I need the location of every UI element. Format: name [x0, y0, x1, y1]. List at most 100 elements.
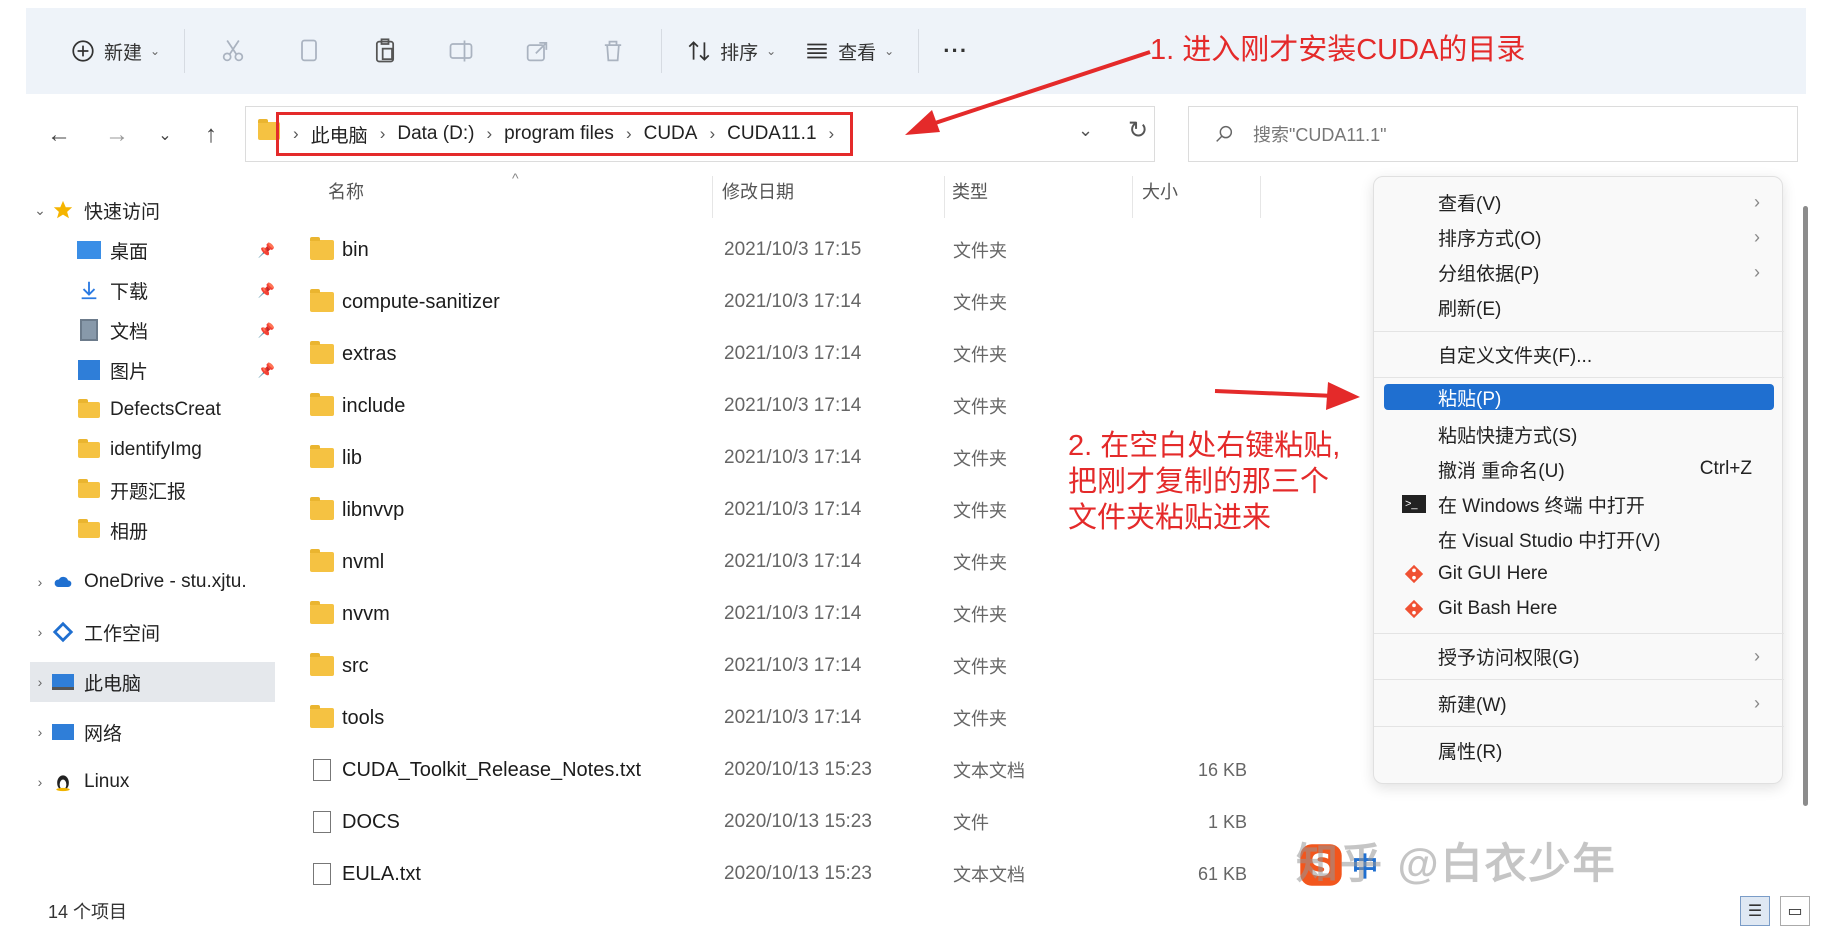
- menu-item-refresh[interactable]: 刷新(E): [1386, 290, 1772, 324]
- menu-item-label: 在 Windows 终端 中打开: [1438, 495, 1645, 517]
- search-input[interactable]: 搜索"CUDA11.1": [1188, 106, 1798, 162]
- pin-icon[interactable]: 📌: [258, 282, 275, 299]
- pin-icon[interactable]: 📌: [258, 242, 275, 259]
- arrow-left-icon: ←: [47, 121, 71, 148]
- sidebar-item-label: 工作空间: [84, 623, 161, 645]
- file-type: 文件夹: [953, 605, 1007, 625]
- breadcrumb-cuda111[interactable]: CUDA11.1: [727, 123, 816, 145]
- chevron-right-icon: ›: [625, 124, 632, 143]
- breadcrumb-program-files[interactable]: program files: [504, 123, 614, 145]
- table-row[interactable]: include 2021/10/3 17:14 文件夹: [310, 380, 1270, 432]
- file-type: 文件夹: [953, 241, 1007, 261]
- menu-item-paste[interactable]: 粘贴(P): [1384, 384, 1774, 410]
- menu-item-git-gui[interactable]: Git GUI Here: [1386, 557, 1772, 591]
- sidebar-item-network[interactable]: › 网络: [30, 712, 275, 752]
- menu-divider: [1374, 377, 1784, 378]
- vertical-scrollbar[interactable]: [1803, 206, 1808, 806]
- menu-item-open-terminal[interactable]: >_ 在 Windows 终端 中打开: [1386, 487, 1772, 521]
- column-divider[interactable]: [944, 176, 945, 218]
- status-item-count: 14 个项目: [48, 902, 128, 922]
- folder-icon: [310, 549, 334, 572]
- menu-item-label: 授予访问权限(G): [1438, 647, 1580, 669]
- table-row[interactable]: bin 2021/10/3 17:15 文件夹: [310, 224, 1270, 276]
- rename-button[interactable]: [423, 29, 499, 73]
- menu-item-view[interactable]: 查看(V) ›: [1386, 185, 1772, 219]
- paste-button[interactable]: [347, 29, 423, 73]
- share-button[interactable]: [499, 29, 575, 73]
- file-modified: 2020/10/13 15:23: [724, 863, 872, 884]
- sidebar-item-downloads[interactable]: 下载 📌: [30, 270, 275, 310]
- column-divider[interactable]: [1260, 176, 1261, 218]
- recent-locations-button[interactable]: ⌄: [142, 112, 188, 158]
- sidebar-item-quick-access[interactable]: ⌄ 快速访问: [30, 190, 275, 230]
- table-row[interactable]: EULA.txt 2020/10/13 15:23 文本文档 61 KB: [310, 848, 1270, 900]
- sidebar-item-kaiti[interactable]: 开题汇报: [30, 470, 275, 510]
- sidebar-item-desktop[interactable]: 桌面 📌: [30, 230, 275, 270]
- menu-item-undo-rename[interactable]: 撤消 重命名(U) Ctrl+Z: [1386, 452, 1772, 486]
- cut-button[interactable]: [195, 29, 271, 73]
- sidebar-item-linux[interactable]: › Linux: [30, 762, 275, 802]
- column-divider[interactable]: [712, 176, 713, 218]
- table-row[interactable]: tools 2021/10/3 17:14 文件夹: [310, 692, 1270, 744]
- sort-button[interactable]: 排序 ⌄: [672, 29, 790, 73]
- file-type: 文件夹: [953, 449, 1007, 469]
- new-button[interactable]: 新建 ⌄: [56, 29, 174, 73]
- delete-button[interactable]: [575, 29, 651, 73]
- table-row[interactable]: DOCS 2020/10/13 15:23 文件 1 KB: [310, 796, 1270, 848]
- up-button[interactable]: ↑: [188, 112, 234, 158]
- table-row[interactable]: nvvm 2021/10/3 17:14 文件夹: [310, 588, 1270, 640]
- text-file-icon: [313, 863, 331, 885]
- menu-item-properties[interactable]: 属性(R): [1386, 733, 1772, 767]
- table-row[interactable]: compute-sanitizer 2021/10/3 17:14 文件夹: [310, 276, 1270, 328]
- list-view-icon: [807, 43, 827, 59]
- menu-item-group-by[interactable]: 分组依据(P) ›: [1386, 255, 1772, 289]
- forward-button[interactable]: →: [94, 112, 140, 158]
- file-type: 文件夹: [953, 709, 1007, 729]
- sidebar-item-this-pc[interactable]: › 此电脑: [30, 662, 275, 702]
- menu-item-customize-folder[interactable]: 自定义文件夹(F)...: [1386, 337, 1772, 371]
- column-header-modified[interactable]: 修改日期: [722, 178, 794, 204]
- back-button[interactable]: ←: [36, 112, 82, 158]
- pin-icon[interactable]: 📌: [258, 322, 275, 339]
- table-row[interactable]: extras 2021/10/3 17:14 文件夹: [310, 328, 1270, 380]
- menu-item-give-access[interactable]: 授予访问权限(G) ›: [1386, 639, 1772, 673]
- tiles-view-button[interactable]: ▭: [1780, 896, 1810, 926]
- file-name: tools: [342, 706, 385, 729]
- folder-icon: [76, 478, 102, 502]
- file-name: extras: [342, 342, 397, 365]
- sidebar-item-defectscreat[interactable]: DefectsCreat: [30, 390, 275, 430]
- menu-item-new[interactable]: 新建(W) ›: [1386, 686, 1772, 720]
- table-row[interactable]: src 2021/10/3 17:14 文件夹: [310, 640, 1270, 692]
- column-divider[interactable]: [1132, 176, 1133, 218]
- copy-button[interactable]: [271, 29, 347, 73]
- sidebar-item-identifyimg[interactable]: identifyImg: [30, 430, 275, 470]
- pin-icon[interactable]: 📌: [258, 362, 275, 379]
- column-header-size[interactable]: 大小: [1142, 178, 1178, 204]
- trash-icon: [604, 40, 622, 62]
- breadcrumb: › 此电脑 › Data (D:) › program files › CUDA…: [276, 112, 854, 156]
- breadcrumb-cuda[interactable]: CUDA: [644, 123, 698, 145]
- chevron-down-icon: ⌄: [158, 127, 172, 144]
- menu-item-paste-shortcut[interactable]: 粘贴快捷方式(S): [1386, 417, 1772, 451]
- table-row[interactable]: nvml 2021/10/3 17:14 文件夹: [310, 536, 1270, 588]
- sidebar-item-album[interactable]: 相册: [30, 510, 275, 550]
- menu-item-git-bash[interactable]: Git Bash Here: [1386, 592, 1772, 626]
- sidebar-item-pictures[interactable]: 图片 📌: [30, 350, 275, 390]
- column-header-name[interactable]: 名称: [328, 178, 364, 204]
- sidebar-item-onedrive[interactable]: › OneDrive - stu.xjtu.: [30, 562, 275, 602]
- table-row[interactable]: CUDA_Toolkit_Release_Notes.txt 2020/10/1…: [310, 744, 1270, 796]
- details-view-button[interactable]: ☰: [1740, 896, 1770, 926]
- sidebar-item-documents[interactable]: 文档 📌: [30, 310, 275, 350]
- column-header-type[interactable]: 类型: [952, 178, 988, 204]
- menu-item-sort-by[interactable]: 排序方式(O) ›: [1386, 220, 1772, 254]
- chevron-right-icon: ›: [1754, 261, 1760, 282]
- file-type: 文本文档: [953, 865, 1025, 885]
- breadcrumb-this-pc[interactable]: 此电脑: [311, 121, 368, 148]
- menu-item-label: Git GUI Here: [1438, 563, 1548, 584]
- breadcrumb-data-drive[interactable]: Data (D:): [397, 123, 474, 145]
- chevron-right-icon: ›: [486, 124, 493, 143]
- view-button[interactable]: 查看 ⌄: [790, 29, 908, 73]
- menu-item-open-visual-studio[interactable]: 在 Visual Studio 中打开(V): [1386, 522, 1772, 556]
- sidebar-item-workspace[interactable]: › 工作空间: [30, 612, 275, 652]
- folder-icon: [310, 445, 334, 468]
